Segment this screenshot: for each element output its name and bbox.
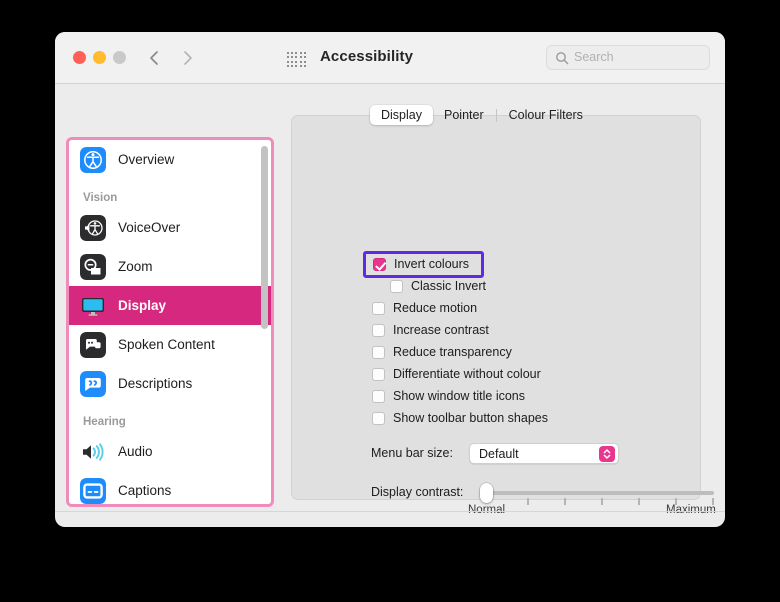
- up-down-chevron-icon[interactable]: [599, 446, 615, 462]
- sidebar-item-label: Captions: [118, 483, 172, 498]
- settings-tab-bar: Display Pointer Colour Filters: [370, 104, 594, 126]
- voiceover-icon: [80, 214, 106, 241]
- footer-separator: [55, 511, 725, 512]
- sidebar-header-hearing: Hearing: [83, 416, 126, 428]
- speaker-icon: [80, 439, 106, 465]
- classic-invert-checkbox[interactable]: [390, 279, 403, 293]
- sidebar-item-label: Spoken Content: [118, 337, 215, 352]
- sidebar-item-label: VoiceOver: [118, 220, 181, 235]
- show-toolbar-button-shapes-checkbox[interactable]: [372, 411, 385, 425]
- reduce-motion-checkbox[interactable]: [372, 301, 385, 315]
- page-title: Accessibility: [320, 48, 414, 65]
- increase-contrast-checkbox[interactable]: [372, 323, 385, 337]
- close-window-button[interactable]: [73, 51, 86, 64]
- sidebar-scrollbar[interactable]: [261, 146, 268, 329]
- invert-colours-checkbox[interactable]: [373, 257, 386, 271]
- checkbox-row-classic-invert[interactable]: Classic Invert: [390, 279, 486, 293]
- differentiate-without-colour-checkbox[interactable]: [372, 367, 385, 381]
- accessibility-settings-window: Accessibility Search Overview Vision Voi…: [55, 32, 725, 527]
- checkbox-row-differentiate-without-colour[interactable]: Differentiate without colour: [372, 367, 541, 381]
- checkbox-label: Increase contrast: [393, 323, 489, 337]
- slider-min-label: Normal: [468, 504, 506, 516]
- sidebar-item-label: Overview: [118, 152, 175, 167]
- minimise-window-button[interactable]: [93, 51, 106, 64]
- checkbox-label: Classic Invert: [411, 279, 487, 293]
- accessibility-person-icon: [80, 146, 106, 173]
- menu-bar-size-label: Menu bar size:: [371, 446, 453, 460]
- sidebar-list: Overview Vision VoiceOver Zoom Display S…: [69, 140, 271, 504]
- checkbox-label: Reduce transparency: [393, 345, 512, 359]
- sidebar-item-label: Zoom: [118, 259, 153, 274]
- tab-pointer[interactable]: Pointer: [433, 105, 495, 125]
- slider-tick: [638, 498, 640, 505]
- show-all-grid-icon[interactable]: [287, 52, 307, 68]
- sidebar-item-label: Audio: [118, 444, 153, 459]
- slider-tick: [527, 498, 529, 505]
- sidebar-item-display[interactable]: Display: [69, 286, 271, 325]
- sidebar-item-label: Descriptions: [118, 376, 193, 391]
- display-contrast-slider-track[interactable]: [491, 491, 714, 505]
- checkbox-label: Invert colours: [394, 257, 470, 271]
- tab-display[interactable]: Display: [370, 105, 433, 125]
- sidebar-item-label: Display: [118, 298, 167, 313]
- checkbox-row-reduce-transparency[interactable]: Reduce transparency: [372, 345, 512, 359]
- maximise-window-button[interactable]: [113, 51, 126, 64]
- display-monitor-icon: [80, 293, 106, 319]
- checkbox-label: Show toolbar button shapes: [393, 411, 548, 425]
- checkbox-label: Reduce motion: [393, 301, 478, 315]
- sidebar-item-voiceover[interactable]: VoiceOver: [69, 208, 271, 247]
- sidebar-item-zoom[interactable]: Zoom: [69, 247, 271, 286]
- sidebar-item-overview[interactable]: Overview: [69, 140, 271, 179]
- back-chevron-icon[interactable]: [145, 48, 165, 68]
- sidebar-item-captions[interactable]: Captions: [69, 471, 271, 504]
- forward-chevron-icon[interactable]: [177, 48, 197, 68]
- tab-colour-filters[interactable]: Colour Filters: [498, 105, 594, 125]
- captions-icon: [80, 477, 106, 504]
- checkbox-label: Differentiate without colour: [393, 367, 541, 381]
- window-body: Overview Vision VoiceOver Zoom Display S…: [55, 85, 725, 527]
- search-field[interactable]: [546, 45, 710, 70]
- window-titlebar: Accessibility: [55, 32, 725, 84]
- checkbox-row-show-toolbar-button-shapes[interactable]: Show toolbar button shapes: [372, 411, 548, 425]
- sidebar-highlight-frame: Overview Vision VoiceOver Zoom Display S…: [66, 137, 274, 507]
- checkbox-label: Show window title icons: [393, 389, 526, 403]
- sidebar-item-descriptions[interactable]: Descriptions: [69, 364, 271, 403]
- zoom-magnifier-icon: [80, 253, 106, 280]
- descriptions-icon: [80, 370, 106, 397]
- speech-bubble-icon: [80, 331, 106, 358]
- show-window-title-icons-checkbox[interactable]: [372, 389, 385, 403]
- sidebar-header-vision: Vision: [83, 192, 118, 204]
- slider-tick: [564, 498, 566, 505]
- checkbox-row-reduce-motion[interactable]: Reduce motion: [372, 301, 477, 315]
- slider-max-label: Maximum: [666, 504, 716, 516]
- display-contrast-label: Display contrast:: [371, 485, 464, 499]
- checkbox-row-increase-contrast[interactable]: Increase contrast: [372, 323, 489, 337]
- menu-bar-size-value: Default: [479, 447, 519, 461]
- checkbox-row-show-window-title-icons[interactable]: Show window title icons: [372, 389, 525, 403]
- reduce-transparency-checkbox[interactable]: [372, 345, 385, 359]
- sidebar-item-audio[interactable]: Audio: [69, 432, 271, 471]
- checkbox-row-invert-colours[interactable]: Invert colours: [373, 257, 469, 271]
- menu-bar-size-dropdown[interactable]: Default: [469, 443, 619, 464]
- slider-tick: [601, 498, 603, 505]
- tab-separator: [495, 108, 497, 122]
- search-input[interactable]: [574, 50, 704, 64]
- display-contrast-slider-knob[interactable]: [480, 483, 493, 503]
- search-icon: [555, 51, 569, 65]
- sidebar-item-spoken-content[interactable]: Spoken Content: [69, 325, 271, 364]
